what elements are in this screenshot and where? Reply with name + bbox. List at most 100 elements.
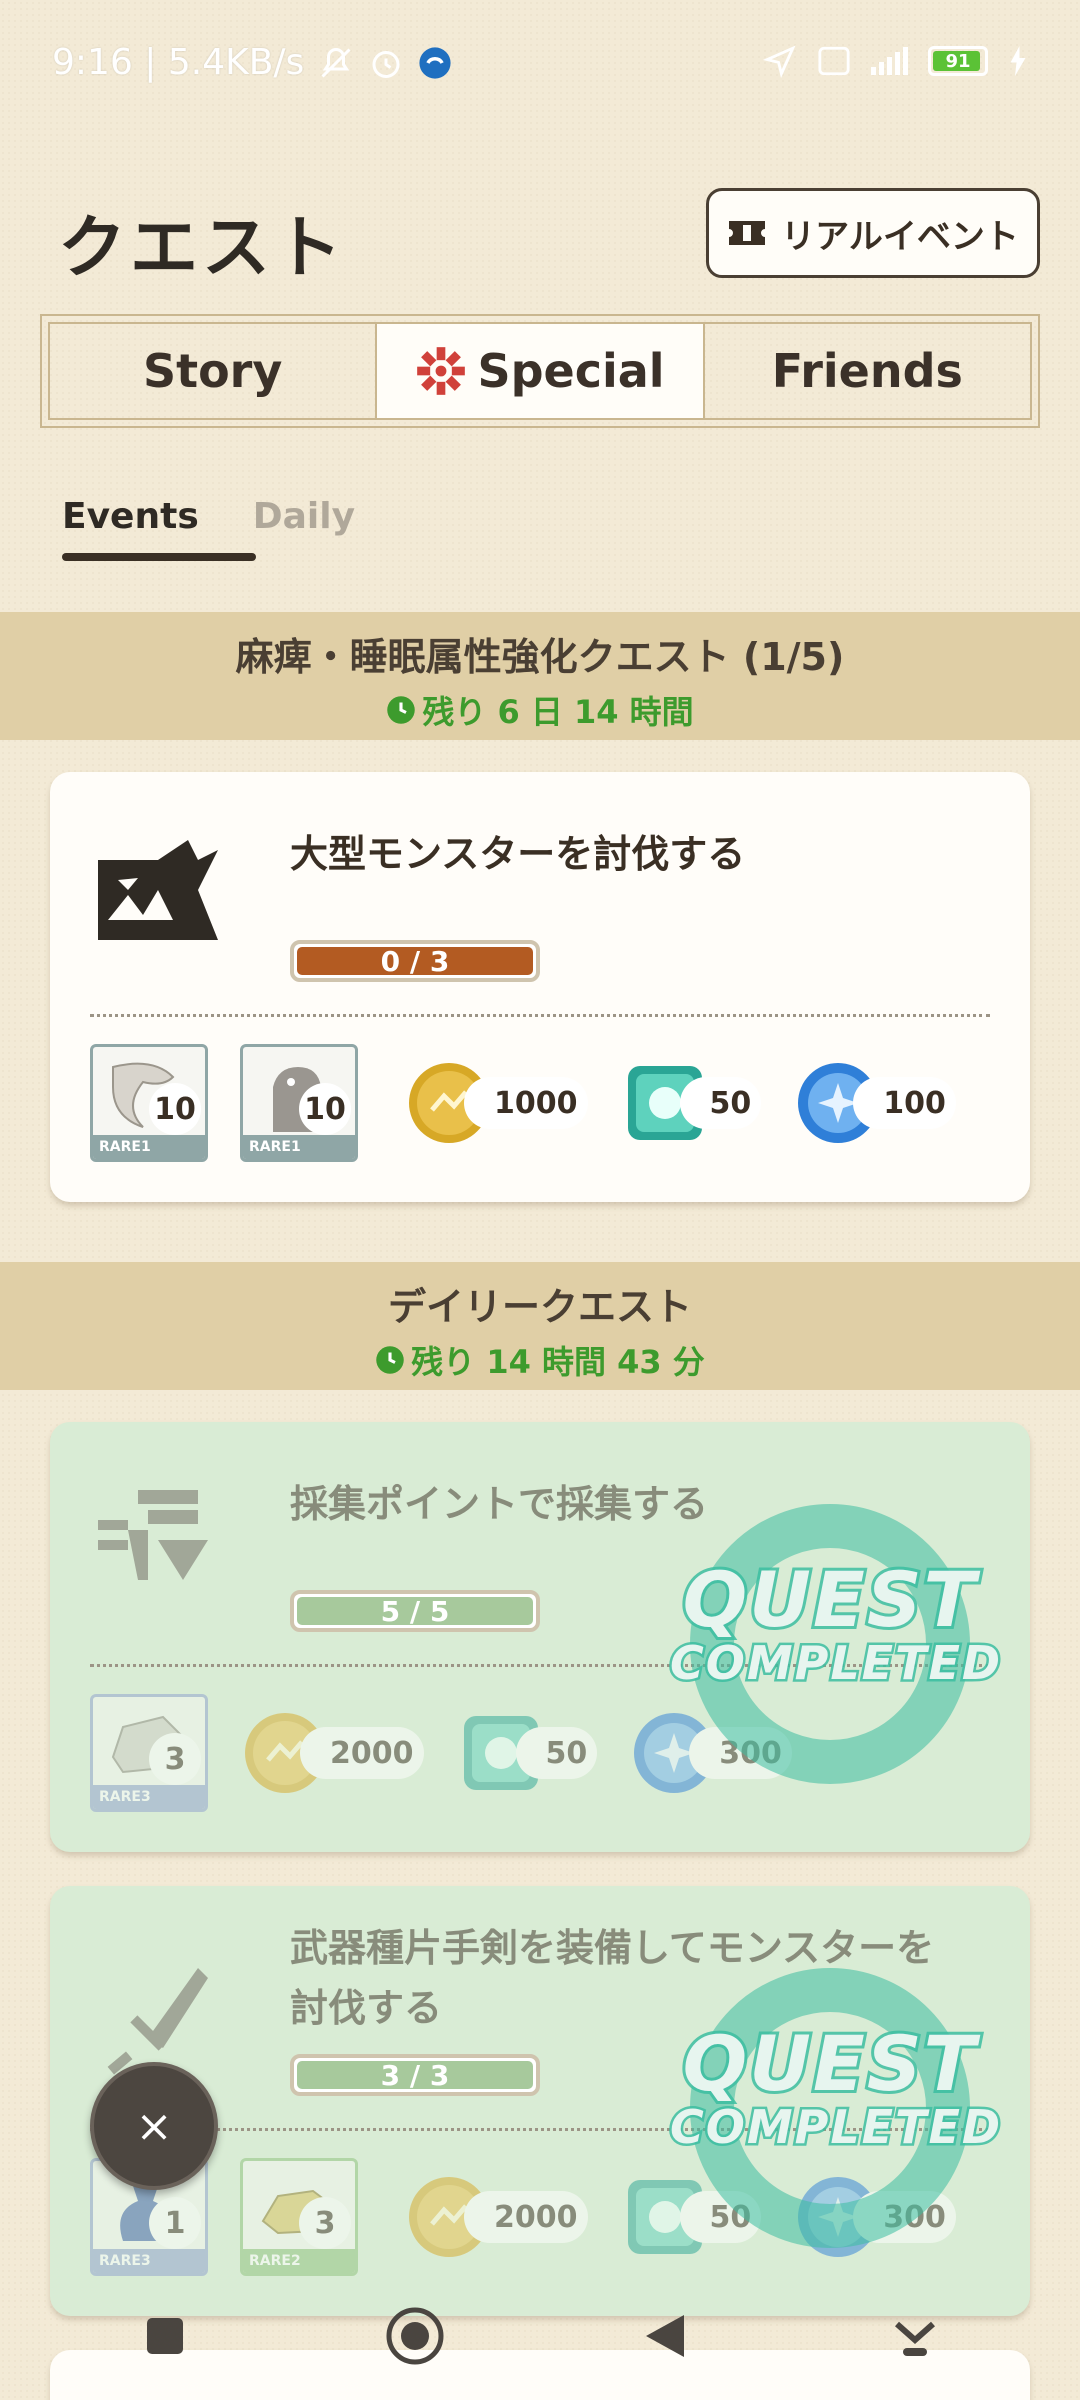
stamp-line2: COMPLETED xyxy=(668,1636,1003,1691)
hide-nav-button[interactable] xyxy=(875,2296,955,2376)
signal-icon xyxy=(871,47,908,75)
location-icon xyxy=(763,45,796,78)
reward-item-rarity: RARE1 xyxy=(93,1135,205,1159)
quest-progress-bar: 0 / 3 xyxy=(290,940,540,982)
alarm-icon xyxy=(372,50,400,78)
home-circle-icon xyxy=(386,2307,444,2365)
subtabs: Events Daily xyxy=(62,496,355,557)
home-button[interactable] xyxy=(375,2296,455,2376)
close-icon: × xyxy=(135,2100,173,2152)
reward-currency[interactable]: 2000 xyxy=(404,2172,588,2262)
tab-special[interactable]: Special xyxy=(375,324,705,418)
clock-icon xyxy=(387,696,416,724)
reward-item-rarity: RARE3 xyxy=(93,2249,205,2273)
quest-title: 大型モンスターを討伐する xyxy=(290,832,746,876)
stamp-line1: QUEST xyxy=(680,1555,979,1644)
quest-completed-stamp-text: QUEST COMPLETED xyxy=(668,2019,1003,2155)
quest-completed-stamp-text: QUEST COMPLETED xyxy=(668,1555,1003,1691)
chevron-down-icon xyxy=(895,2321,935,2356)
quest-progress-bar: 3 / 3 xyxy=(290,2054,540,2096)
tab-friends-label: Friends xyxy=(771,344,963,398)
subtab-events[interactable]: Events xyxy=(62,496,199,557)
real-event-button[interactable]: リアルイベント xyxy=(706,188,1040,278)
reward-item-rarity: RARE2 xyxy=(243,2249,355,2273)
clock-icon xyxy=(376,1346,404,1374)
tab-friends[interactable]: Friends xyxy=(705,324,1030,418)
event-time-left: 残り 6 日 14 時間 xyxy=(0,687,1080,733)
status-bar: 9:16 | 5.4KB/s 91 xyxy=(0,0,1080,130)
reward-item[interactable]: 10 RARE1 xyxy=(90,1044,208,1162)
daily-time-left: 残り 14 時間 43 分 xyxy=(0,1337,1080,1383)
system-nav-bar xyxy=(0,2286,1080,2386)
tab-story[interactable]: Story xyxy=(50,324,375,418)
reward-item[interactable]: 10 RARE1 xyxy=(240,1044,358,1162)
quest-title: 採集ポイントで採集する xyxy=(290,1482,709,1526)
large-monster-icon xyxy=(98,840,218,940)
reward-item-count: 3 xyxy=(299,2197,351,2249)
quest-card[interactable]: 大型モンスターを討伐する 0 / 3 10 RARE1 10 RARE1 100… xyxy=(50,772,1030,1202)
divider xyxy=(90,1014,990,1017)
recents-button[interactable] xyxy=(125,2296,205,2376)
reward-currency[interactable]: 100 xyxy=(793,1058,956,1148)
quest-progress-text: 3 / 3 xyxy=(380,2058,450,2092)
real-event-label: リアルイベント xyxy=(781,216,1019,257)
back-triangle-icon xyxy=(646,2315,684,2357)
reward-item-count: 3 xyxy=(149,1733,201,1785)
reward-item-rarity: RARE3 xyxy=(93,1785,205,1809)
quest-card-completed[interactable]: 採集ポイントで採集する 5 / 5 3 RARE3 2000 50 300 QU… xyxy=(50,1422,1030,1852)
battery-icon: 91 xyxy=(928,46,988,76)
close-button[interactable]: × xyxy=(90,2062,218,2190)
charging-icon xyxy=(1010,46,1026,76)
quest-progress-fill: 3 / 3 xyxy=(297,2058,533,2092)
subtab-daily[interactable]: Daily xyxy=(253,496,355,557)
quest-progress-fill: 5 / 5 xyxy=(297,1594,533,1628)
quest-progress-fill: 0 / 3 xyxy=(297,944,533,978)
quest-progress-text: 5 / 5 xyxy=(380,1594,450,1628)
reward-item-count: 10 xyxy=(149,1083,201,1135)
quest-progress-text: 0 / 3 xyxy=(380,944,450,978)
reward-list: 3 RARE3 2000 50 300 xyxy=(90,1694,792,1812)
reward-currency-count: 50 xyxy=(679,1077,762,1129)
gathering-icon xyxy=(98,1490,208,1580)
reward-item-count: 10 xyxy=(299,1083,351,1135)
volte-icon xyxy=(818,46,850,76)
status-right: 91 xyxy=(763,44,1028,78)
event-section-header: 麻痺・睡眠属性強化クエスト (1/5) 残り 6 日 14 時間 xyxy=(0,612,1080,740)
reward-item-count: 1 xyxy=(149,2197,201,2249)
subtab-active-indicator xyxy=(62,553,256,561)
reward-currency-count: 2000 xyxy=(464,2191,588,2243)
tab-special-label: Special xyxy=(477,344,665,398)
stamp-line2: COMPLETED xyxy=(668,2100,1003,2155)
daily-section-title: デイリークエスト xyxy=(387,1285,692,1329)
reward-currency[interactable]: 50 xyxy=(620,1058,762,1148)
reward-currency-count: 2000 xyxy=(300,1727,424,1779)
battery-text: 91 xyxy=(945,50,971,72)
reward-item-rarity: RARE1 xyxy=(243,1135,355,1159)
reward-currency[interactable]: 2000 xyxy=(240,1708,424,1798)
reward-currency-count: 1000 xyxy=(464,1077,588,1129)
tab-story-label: Story xyxy=(142,344,283,398)
special-emblem-icon xyxy=(417,347,466,395)
square-icon xyxy=(147,2318,183,2354)
page-title: クエスト xyxy=(58,209,347,288)
status-time: 9:16 | 5.4KB/s xyxy=(52,42,305,83)
quest-progress-bar: 5 / 5 xyxy=(290,1590,540,1632)
reward-item[interactable]: 3 RARE3 xyxy=(90,1694,208,1812)
ticket-icon xyxy=(729,221,766,245)
stamp-line1: QUEST xyxy=(680,2019,979,2108)
reward-currency[interactable]: 50 xyxy=(456,1708,598,1798)
category-tabs: Story Special Friends xyxy=(40,314,1040,428)
mute-icon xyxy=(321,47,351,78)
daily-section-header: デイリークエスト 残り 14 時間 43 分 xyxy=(0,1262,1080,1390)
reward-currency[interactable]: 1000 xyxy=(404,1058,588,1148)
reward-item[interactable]: 3 RARE2 xyxy=(240,2158,358,2276)
event-section-title: 麻痺・睡眠属性強化クエスト (1/5) xyxy=(235,635,845,679)
back-button[interactable] xyxy=(625,2296,705,2376)
app-notification-icon xyxy=(419,46,451,79)
event-time-left-text: 残り 6 日 14 時間 xyxy=(422,693,694,731)
reward-currency-count: 100 xyxy=(853,1077,956,1129)
daily-time-left-text: 残り 14 時間 43 分 xyxy=(411,1343,705,1381)
reward-currency-count: 50 xyxy=(515,1727,598,1779)
status-left: 9:16 | 5.4KB/s xyxy=(52,42,452,83)
reward-list: 10 RARE1 10 RARE1 1000 50 100 xyxy=(90,1044,956,1162)
